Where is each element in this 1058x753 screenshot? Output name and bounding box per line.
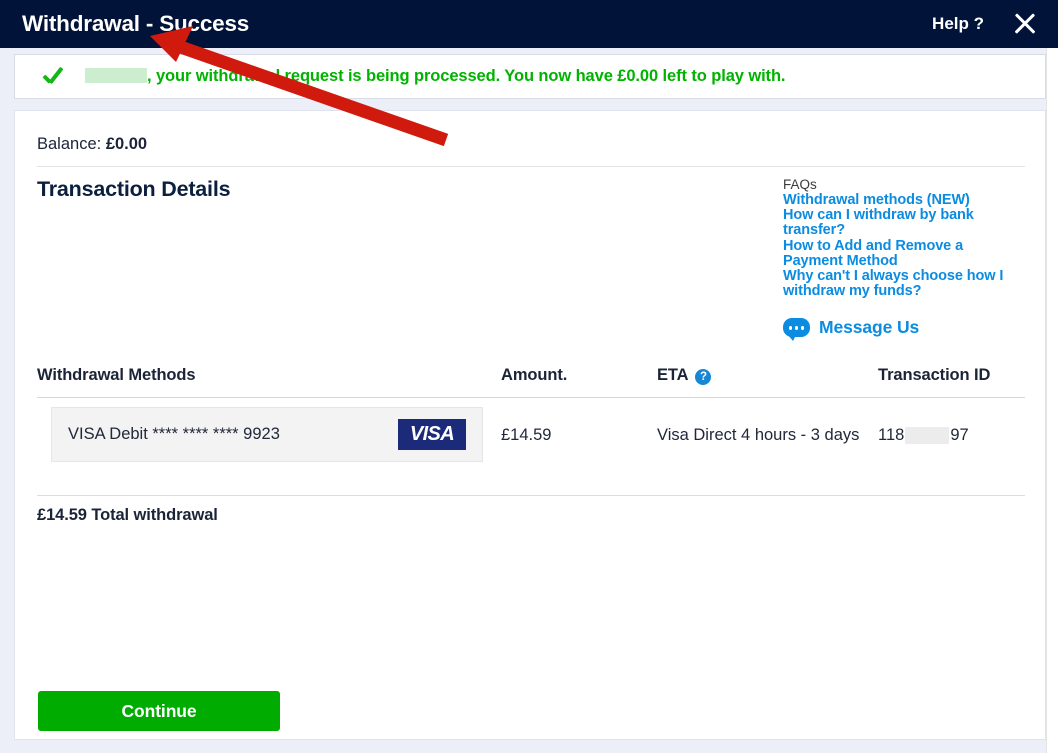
redacted-username [85,68,147,84]
success-message-text: , your withdrawal request is being proce… [147,67,786,85]
message-us-link[interactable]: Message Us [783,317,1023,342]
transaction-details-card: Balance: £0.00 Transaction Details FAQs … [14,110,1046,740]
chat-bubble-icon [783,318,810,342]
column-header-transaction-id: Transaction ID [878,366,991,384]
eta-help-icon[interactable]: ? [695,368,712,385]
withdrawal-method-cell[interactable]: VISA Debit **** **** **** 9923 VISA [51,407,483,462]
page-scrollbar[interactable] [1046,48,1058,753]
help-link[interactable]: Help ? [932,14,984,34]
total-divider [37,495,1025,496]
column-header-eta: ETA ? [657,366,712,385]
faq-link-withdrawal-methods[interactable]: Withdrawal methods (NEW) [783,192,1023,208]
page-title: Withdrawal - Success [22,11,250,36]
total-withdrawal-line: £14.59 Total withdrawal [37,506,218,524]
faq-link-payment-method[interactable]: How to Add and Remove a Payment Method [783,238,1023,269]
balance-label: Balance: [37,135,102,153]
table-header-row: Withdrawal Methods Amount. ETA ? Transac… [37,366,1025,396]
message-us-label: Message Us [819,317,920,338]
redacted-transaction-id [905,427,950,444]
balance-divider [37,166,1025,167]
transaction-id-value: 118 97 [878,426,969,445]
visa-logo-icon: VISA [398,419,466,450]
checkmark-icon [43,66,69,88]
transaction-id-prefix: 118 [878,426,905,444]
column-header-amount: Amount. [501,366,568,384]
close-icon[interactable] [1010,9,1040,39]
eta-value: Visa Direct 4 hours - 3 days [657,426,860,444]
table-row: VISA Debit **** **** **** 9923 VISA £14.… [37,407,1025,467]
continue-button[interactable]: Continue [38,691,280,731]
balance-value: £0.00 [105,135,148,153]
withdrawal-method-label: VISA Debit **** **** **** 9923 [68,425,280,443]
amount-value: £14.59 [501,426,552,444]
table-header-divider [37,397,1025,398]
faq-link-bank-transfer[interactable]: How can I withdraw by bank transfer? [783,208,1023,239]
balance-row: Balance: £0.00 [37,135,147,154]
success-message: , your withdrawal request is being proce… [85,67,786,86]
faq-link-choose-funds[interactable]: Why can't I always choose how I withdraw… [783,268,1023,299]
column-header-eta-label: ETA [657,366,689,384]
transaction-id-suffix: 97 [950,426,969,444]
success-banner: , your withdrawal request is being proce… [14,54,1046,99]
faq-block: FAQs Withdrawal methods (NEW) How can I … [783,177,1023,342]
window-title-bar: Withdrawal - Success Help ? [0,0,1058,48]
column-header-withdrawal-methods: Withdrawal Methods [37,366,196,384]
faq-heading: FAQs [783,177,817,192]
section-title: Transaction Details [37,177,231,201]
